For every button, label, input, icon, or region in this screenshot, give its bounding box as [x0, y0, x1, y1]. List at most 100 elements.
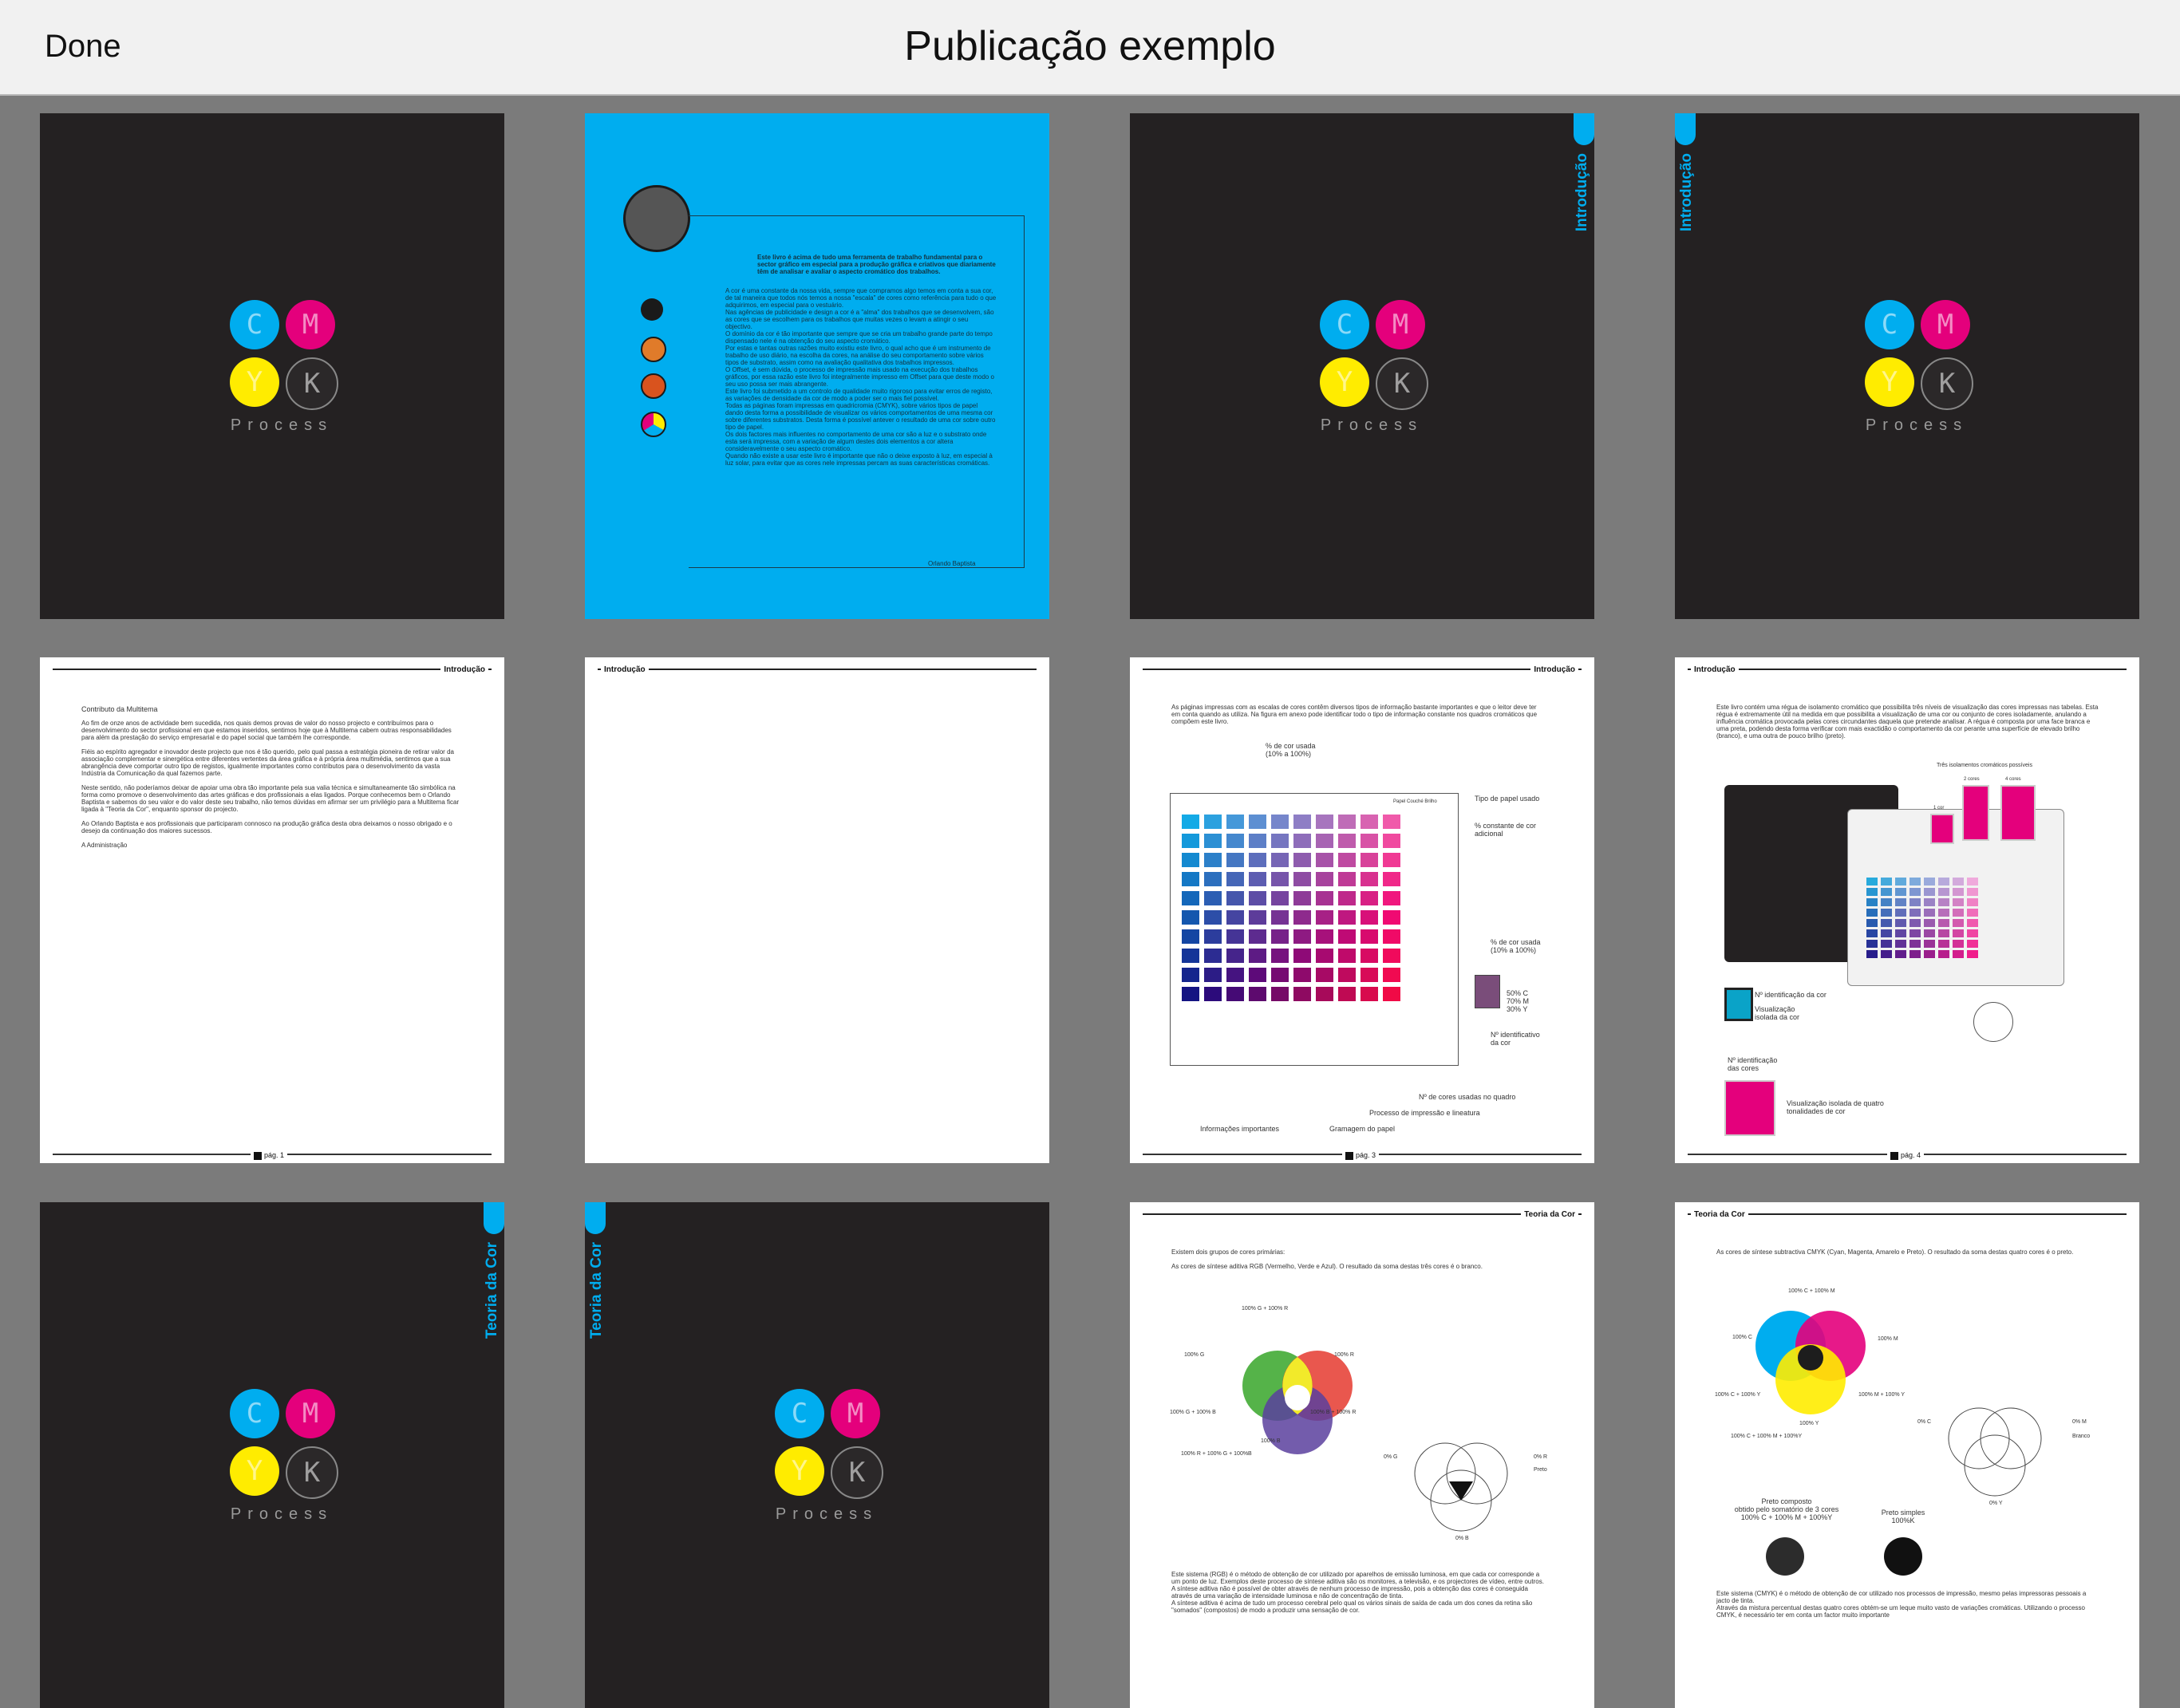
ruler-swatch [1953, 909, 1964, 917]
label-4-cores: 4 cores [2005, 777, 2021, 782]
page-thumbnail-8[interactable]: Introdução Este livro contém uma régua d… [1675, 657, 2139, 1163]
color-swatch [1204, 853, 1222, 867]
label-y: 100% Y [1799, 1421, 1819, 1426]
page-thumbnail-9[interactable]: Teoria da Cor C M Y K Process [40, 1202, 504, 1708]
ruler-swatch [1924, 919, 1935, 927]
black-circle-icon: K [286, 1446, 338, 1499]
cyan-circle-icon: C [1320, 300, 1369, 349]
black-circle-icon: K [831, 1446, 883, 1499]
label-simple: Preto simples 100%K [1881, 1509, 1925, 1525]
label-cm: 100% C + 100% M [1788, 1288, 1835, 1294]
color-swatch [1293, 987, 1311, 1001]
page-thumbnail-3[interactable]: Introdução C M Y K Process [1130, 113, 1594, 619]
color-swatch [1316, 968, 1333, 982]
page-thumbnail-10[interactable]: Teoria da Cor C M Y K Process [585, 1202, 1049, 1708]
cmyk-logo: C M Y K Process [759, 1389, 895, 1532]
page-thumbnail-6[interactable]: Introdução [585, 657, 1049, 1163]
page-thumbnail-1[interactable]: C M Y K Process [40, 113, 504, 619]
yellow-circle-icon: Y [1865, 357, 1914, 407]
ruler-swatch-grid [1866, 878, 1986, 965]
section-tab-label: Introdução [1678, 153, 1695, 232]
signature: Orlando Baptista [928, 560, 976, 567]
ruler-swatch [1924, 929, 1935, 937]
cyan-circle-icon: C [775, 1389, 824, 1438]
yellow-circle-icon: Y [775, 1446, 824, 1496]
ruler-swatch [1909, 888, 1921, 896]
header-label: Teoria da Cor [1691, 1210, 1748, 1219]
page-thumbnail-5[interactable]: Introdução Contributo da Multitema Ao fi… [40, 657, 504, 1163]
ruler-swatch [1881, 898, 1892, 906]
black-circle-icon: K [1921, 357, 1973, 410]
ruler-swatch [1909, 878, 1921, 886]
page-thumbnail-2[interactable]: Este livro é acima de tudo uma ferrament… [585, 113, 1049, 619]
label-g0: 0% G [1384, 1454, 1398, 1460]
section-tab [1675, 113, 1696, 145]
process-label: Process [775, 1505, 879, 1523]
section-tab [484, 1202, 504, 1234]
label-four: Visualização isolada de quatro tonalidad… [1787, 1099, 1884, 1115]
page-body: Ao fim de onze anos de actividade bem su… [81, 720, 460, 849]
header-label: Introdução [440, 665, 488, 674]
ruler-swatch [1881, 919, 1892, 927]
color-swatch [1249, 910, 1266, 925]
color-swatch [1361, 815, 1378, 829]
ruler-swatch [1895, 888, 1906, 896]
color-swatch [1271, 834, 1289, 848]
header-label: Teoria da Cor [1521, 1210, 1578, 1219]
page-title: Publicação exemplo [904, 23, 1276, 69]
preface-intro: Este livro é acima de tudo uma ferrament… [757, 254, 996, 275]
color-swatch [1338, 968, 1356, 982]
label-b0: 0% B [1455, 1536, 1469, 1541]
label-b: 100% B [1261, 1438, 1281, 1444]
color-swatch [1338, 891, 1356, 905]
label-grammage: Gramagem do papel [1329, 1125, 1396, 1133]
color-swatch [1338, 853, 1356, 867]
color-swatch [1182, 949, 1199, 963]
color-swatch [1383, 910, 1400, 925]
label-preto: Preto [1534, 1467, 1547, 1473]
preface-body: A cor é uma constante da nossa vida, sem… [725, 287, 997, 467]
label-my: 100% M + 100% Y [1858, 1392, 1906, 1398]
page-thumbnail-12[interactable]: Teoria da Cor As cores de síntese subtra… [1675, 1202, 2139, 1708]
section-tab [585, 1202, 606, 1234]
page-thumbnail-11[interactable]: Teoria da Cor Existem dois grupos de cor… [1130, 1202, 1594, 1708]
label-g: 100% G [1184, 1352, 1205, 1358]
ruler-swatch [1895, 898, 1906, 906]
section-tab-label: Introdução [1574, 153, 1590, 232]
ruler-swatch [1909, 929, 1921, 937]
page-thumbnail-4[interactable]: Introdução C M Y K Process [1675, 113, 2139, 619]
outline-venn-diagram [1948, 1407, 2042, 1497]
color-swatch [1249, 853, 1266, 867]
ruler-swatch [1909, 940, 1921, 948]
color-swatch [1383, 815, 1400, 829]
ruler-swatch [1924, 888, 1935, 896]
color-swatch [1293, 834, 1311, 848]
color-swatch [1338, 834, 1356, 848]
white-center [1285, 1385, 1310, 1410]
black-circle-icon: K [1376, 357, 1428, 410]
ruler-swatch [1881, 929, 1892, 937]
page-thumbnail-7[interactable]: Introdução As páginas impressas com as e… [1130, 657, 1594, 1163]
color-swatch [1226, 815, 1244, 829]
color-swatch [1361, 987, 1378, 1001]
ruler-swatch [1938, 940, 1949, 948]
label-2-cores: 2 cores [1964, 777, 1980, 782]
color-swatch [1226, 987, 1244, 1001]
color-swatch [1338, 815, 1356, 829]
color-swatch [1338, 872, 1356, 886]
page-bottom-text: Este sistema (RGB) é o método de obtençã… [1171, 1571, 1544, 1614]
ruler-swatch [1866, 888, 1878, 896]
ruler-swatch [1938, 909, 1949, 917]
label-gr: 100% G + 100% R [1242, 1306, 1289, 1312]
color-swatch [1271, 987, 1289, 1001]
magenta-circle-icon: M [1376, 300, 1425, 349]
ruler-swatch [1866, 909, 1878, 917]
ruler-swatch [1953, 898, 1964, 906]
color-wheel-icon [641, 412, 666, 437]
rocket-icon [641, 373, 666, 399]
label-constant: % constante de cor adicional [1475, 822, 1537, 838]
ruler-swatch [1967, 919, 1978, 927]
label-m0: 0% M [2072, 1419, 2087, 1425]
header-rule [1688, 669, 2127, 670]
ruler-swatch [1866, 898, 1878, 906]
